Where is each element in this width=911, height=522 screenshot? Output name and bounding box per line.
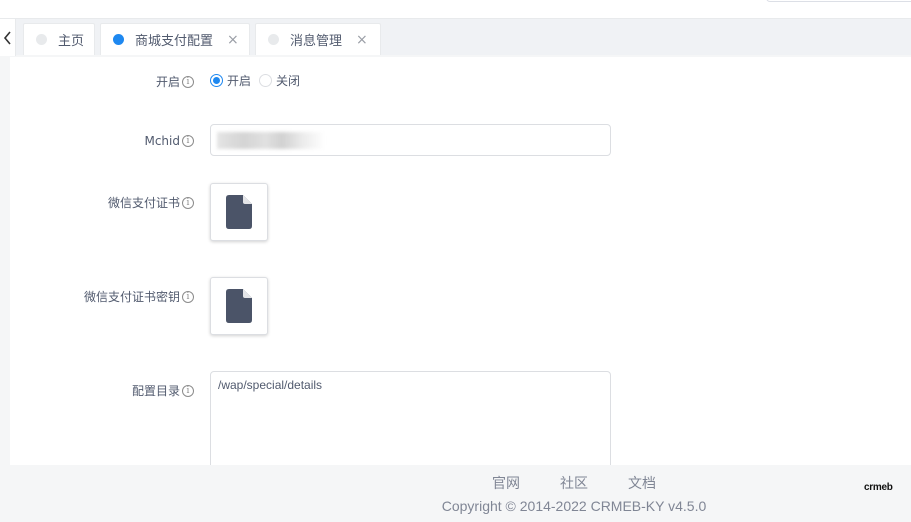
info-icon[interactable]: i (182, 290, 194, 303)
top-header (0, 0, 911, 18)
cert-key-upload-button[interactable] (210, 277, 268, 335)
radio-close[interactable]: 关闭 (259, 72, 300, 89)
tab-status-dot (268, 34, 279, 45)
footer-link-community[interactable]: 社区 (560, 473, 588, 493)
open-label: 开启 i (156, 73, 194, 90)
footer-link-official-site[interactable]: 官网 (492, 473, 520, 493)
info-icon[interactable]: i (182, 135, 194, 147)
tab-status-dot (36, 34, 47, 45)
footer: 官网 社区 文档 Copyright © 2014-2022 CRMEB-KY … (0, 465, 911, 522)
open-radio-group: 开启 关闭 (210, 72, 308, 89)
redacted-value (217, 132, 325, 149)
cert-label: 微信支付证书 i (108, 194, 194, 211)
tab-home[interactable]: 主页 (23, 23, 95, 55)
header-search-input[interactable] (766, 0, 911, 2)
mchid-input[interactable] (210, 124, 611, 156)
cert-upload-button[interactable] (210, 183, 268, 241)
info-icon[interactable]: i (182, 196, 194, 209)
radio-open[interactable]: 开启 (210, 72, 251, 89)
tab-message-management[interactable]: 消息管理 × (255, 23, 381, 55)
radio-button[interactable] (210, 74, 223, 87)
file-icon (226, 195, 252, 229)
tab-label: 消息管理 (290, 34, 343, 49)
info-icon[interactable]: i (182, 75, 194, 88)
close-icon[interactable]: × (227, 33, 239, 47)
cert-key-label: 微信支付证书密钥 i (84, 288, 194, 305)
copyright-text: Copyright © 2014-2022 CRMEB-KY v4.5.0 (441, 498, 707, 514)
footer-links: 官网 社区 文档 (0, 473, 911, 493)
tab-label: 主页 (58, 34, 85, 49)
mchid-label: Mchid i (144, 134, 194, 148)
crmeb-logo: crmeb (864, 482, 893, 493)
tab-mall-payment-config[interactable]: 商城支付配置 × (100, 23, 250, 55)
config-form: 开启 i 开启 关闭 Mchid i 微信支付证书 i 微信支付证书密钥 i 配… (10, 57, 911, 471)
chevron-left-icon (3, 30, 11, 45)
config-dir-textarea[interactable]: /wap/special/details (210, 371, 611, 471)
tab-label: 商城支付配置 (135, 34, 214, 49)
file-icon (226, 289, 252, 323)
tabs-scroll-left-button[interactable] (0, 19, 16, 56)
tabs-bar: 主页 商城支付配置 × 消息管理 × (0, 18, 911, 56)
config-dir-label: 配置目录 i (132, 382, 194, 399)
info-icon[interactable]: i (182, 384, 194, 397)
footer-link-docs[interactable]: 文档 (628, 473, 656, 493)
close-icon[interactable]: × (356, 33, 368, 47)
radio-button[interactable] (259, 74, 273, 87)
tab-status-dot (113, 34, 124, 45)
